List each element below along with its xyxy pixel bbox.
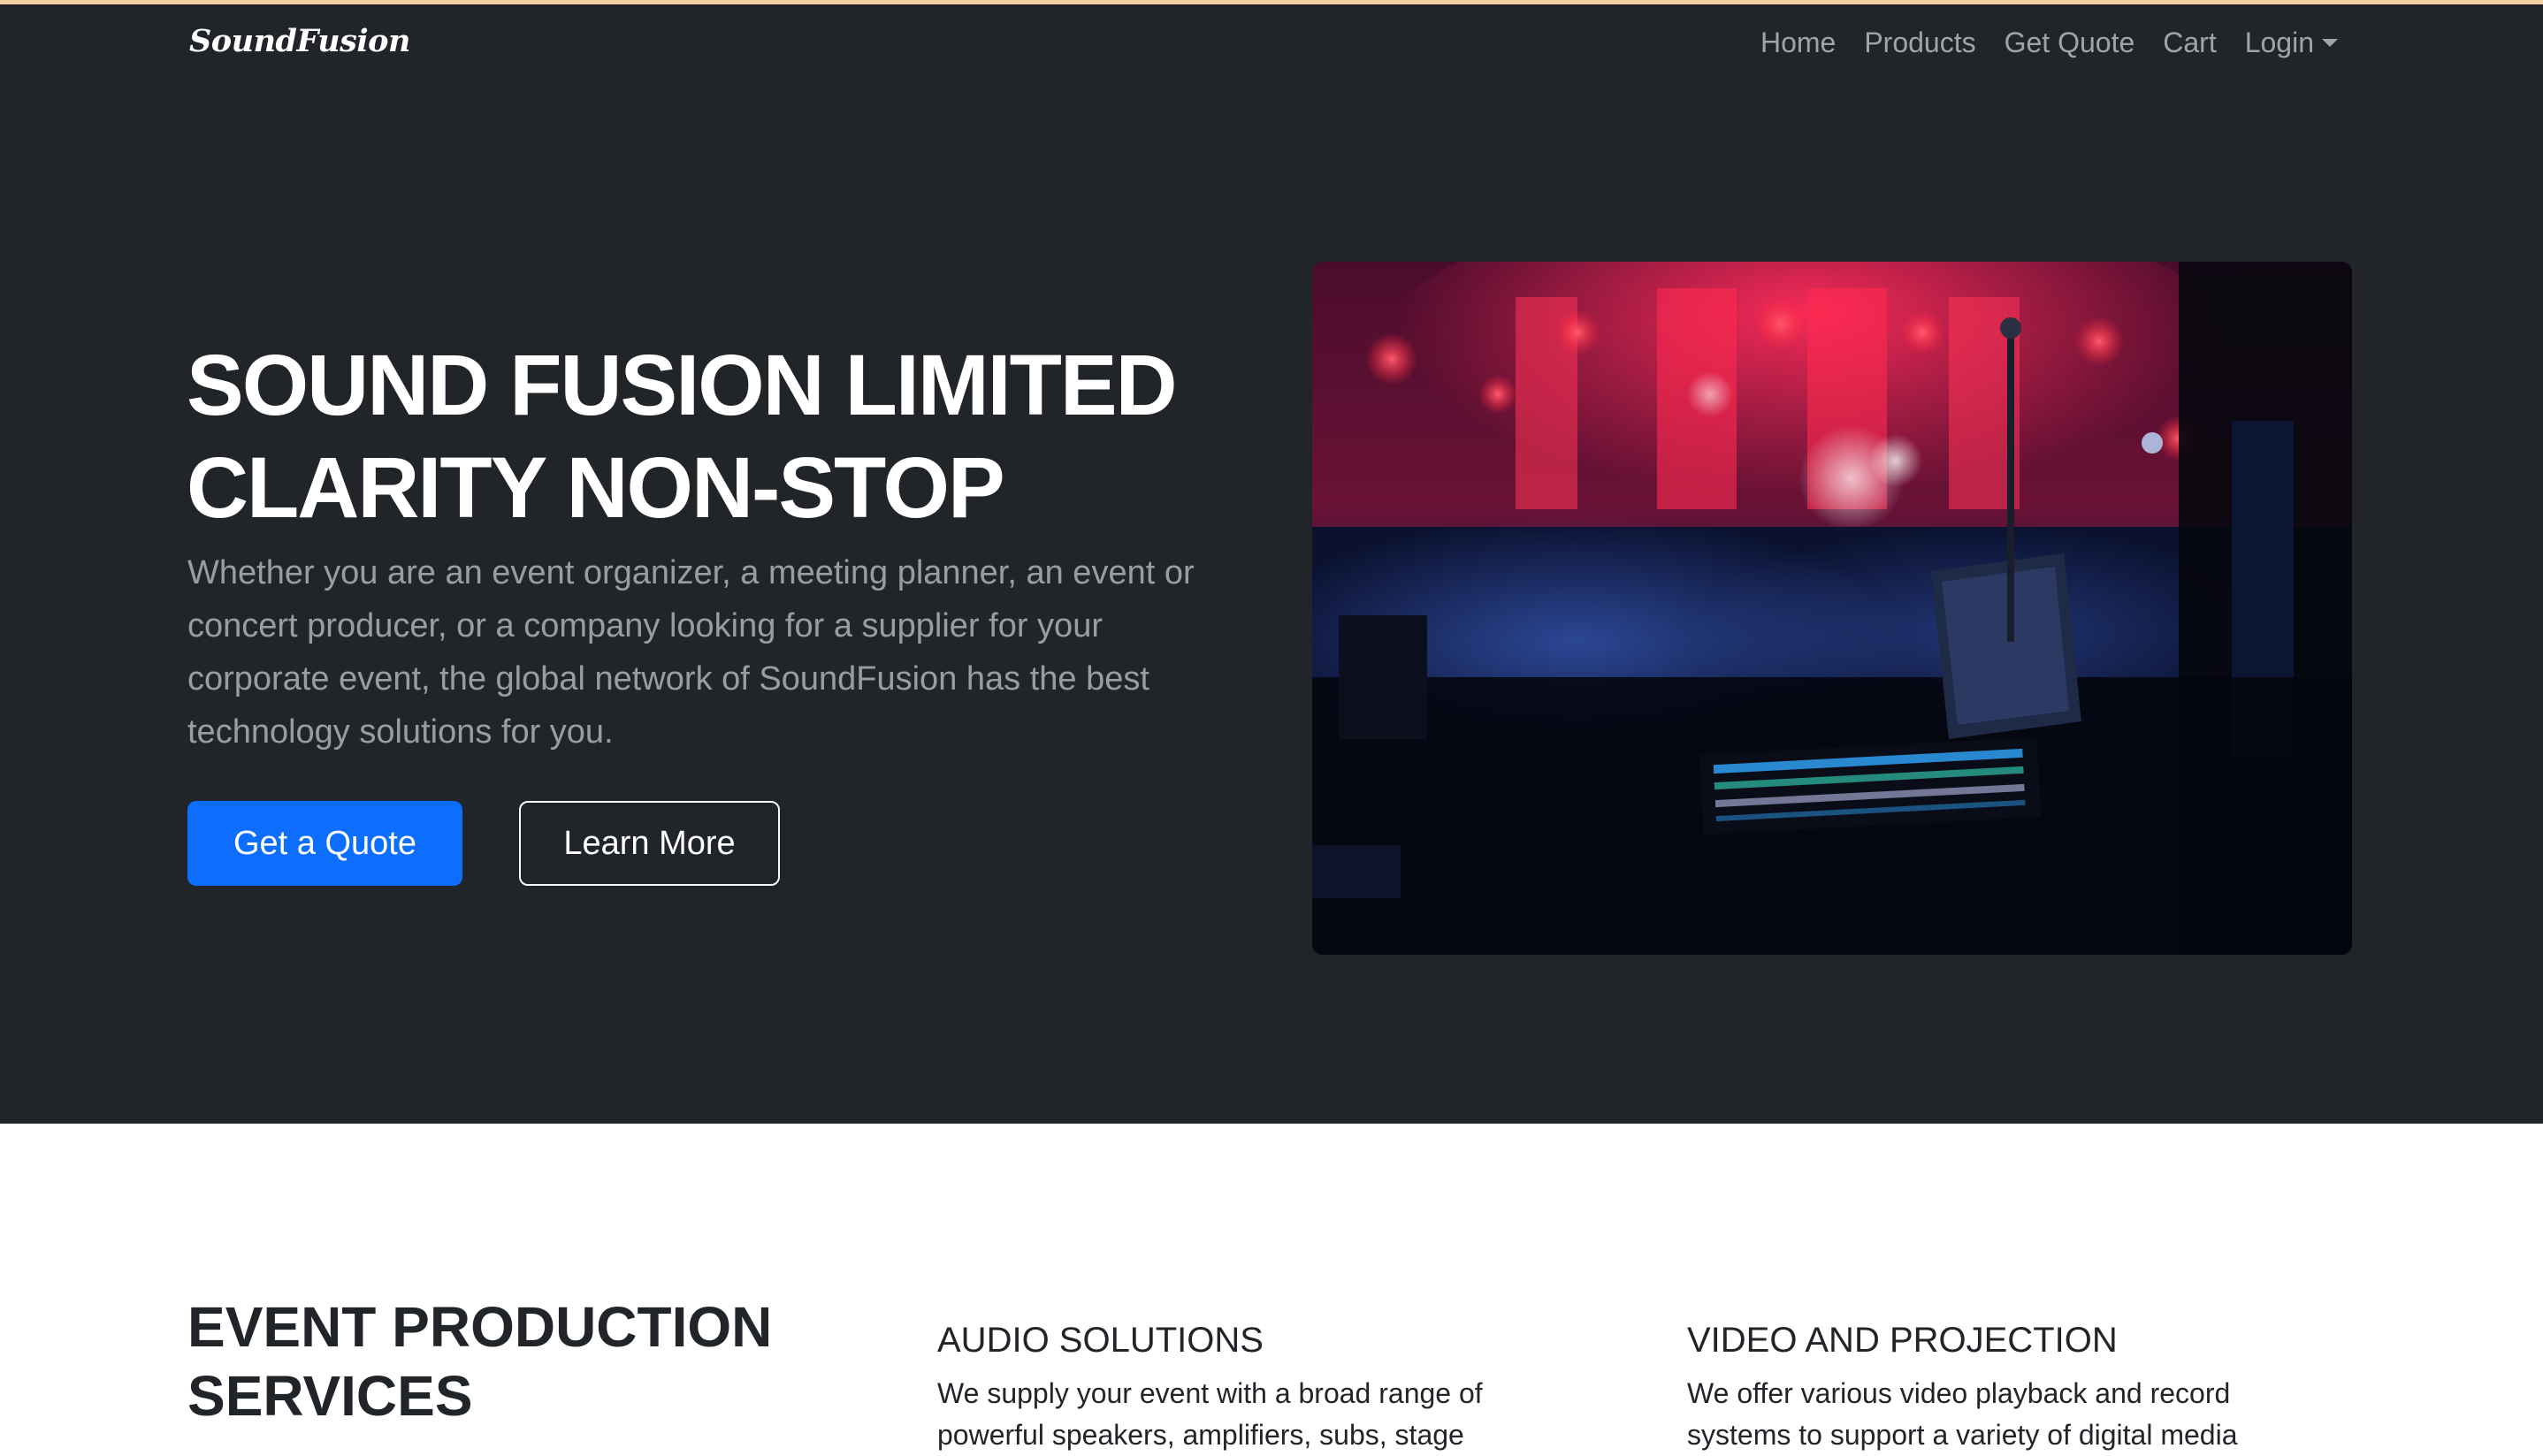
hero-concert-image [1312, 262, 2352, 955]
nav-link-home[interactable]: Home [1760, 27, 1836, 59]
learn-more-button[interactable]: Learn More [519, 801, 780, 886]
feature-text: We offer various video playback and reco… [1687, 1377, 2238, 1451]
get-a-quote-button[interactable]: Get a Quote [187, 801, 462, 886]
hero-description: Whether you are an event organizer, a me… [187, 554, 1195, 751]
brand-logo[interactable]: SoundFusion [189, 23, 410, 59]
caret-down-icon [2322, 39, 2338, 47]
feature-title: VIDEO AND PROJECTION [1687, 1321, 2118, 1360]
nav-link-products[interactable]: Products [1864, 27, 1975, 59]
nav-link-cart[interactable]: Cart [2163, 27, 2216, 59]
hero-title-line2: CLARITY NON-STOP [187, 439, 1005, 536]
login-label: Login [2244, 27, 2314, 58]
services-title-line1: EVENT PRODUCTION [187, 1295, 773, 1359]
feature-video-projection: VIDEO AND PROJECTION We offer various vi… [1687, 1321, 2324, 1456]
main-nav: Home Products Get Quote Cart Login [1760, 27, 2338, 59]
nav-link-get-quote[interactable]: Get Quote [2005, 27, 2135, 59]
feature-text: We supply your event with a broad range … [937, 1377, 1483, 1451]
services-title-line2: SERVICES [187, 1364, 473, 1428]
hero-title-line1: SOUND FUSION LIMITED [187, 337, 1178, 433]
hero-title: SOUND FUSION LIMITED CLARITY NON-STOP [187, 334, 1292, 539]
login-dropdown[interactable]: Login [2245, 27, 2338, 59]
services-title: EVENT PRODUCTION SERVICES [187, 1292, 877, 1430]
feature-audio-solutions: AUDIO SOLUTIONS We supply your event wit… [937, 1321, 1574, 1456]
feature-title: AUDIO SOLUTIONS [937, 1321, 1264, 1360]
